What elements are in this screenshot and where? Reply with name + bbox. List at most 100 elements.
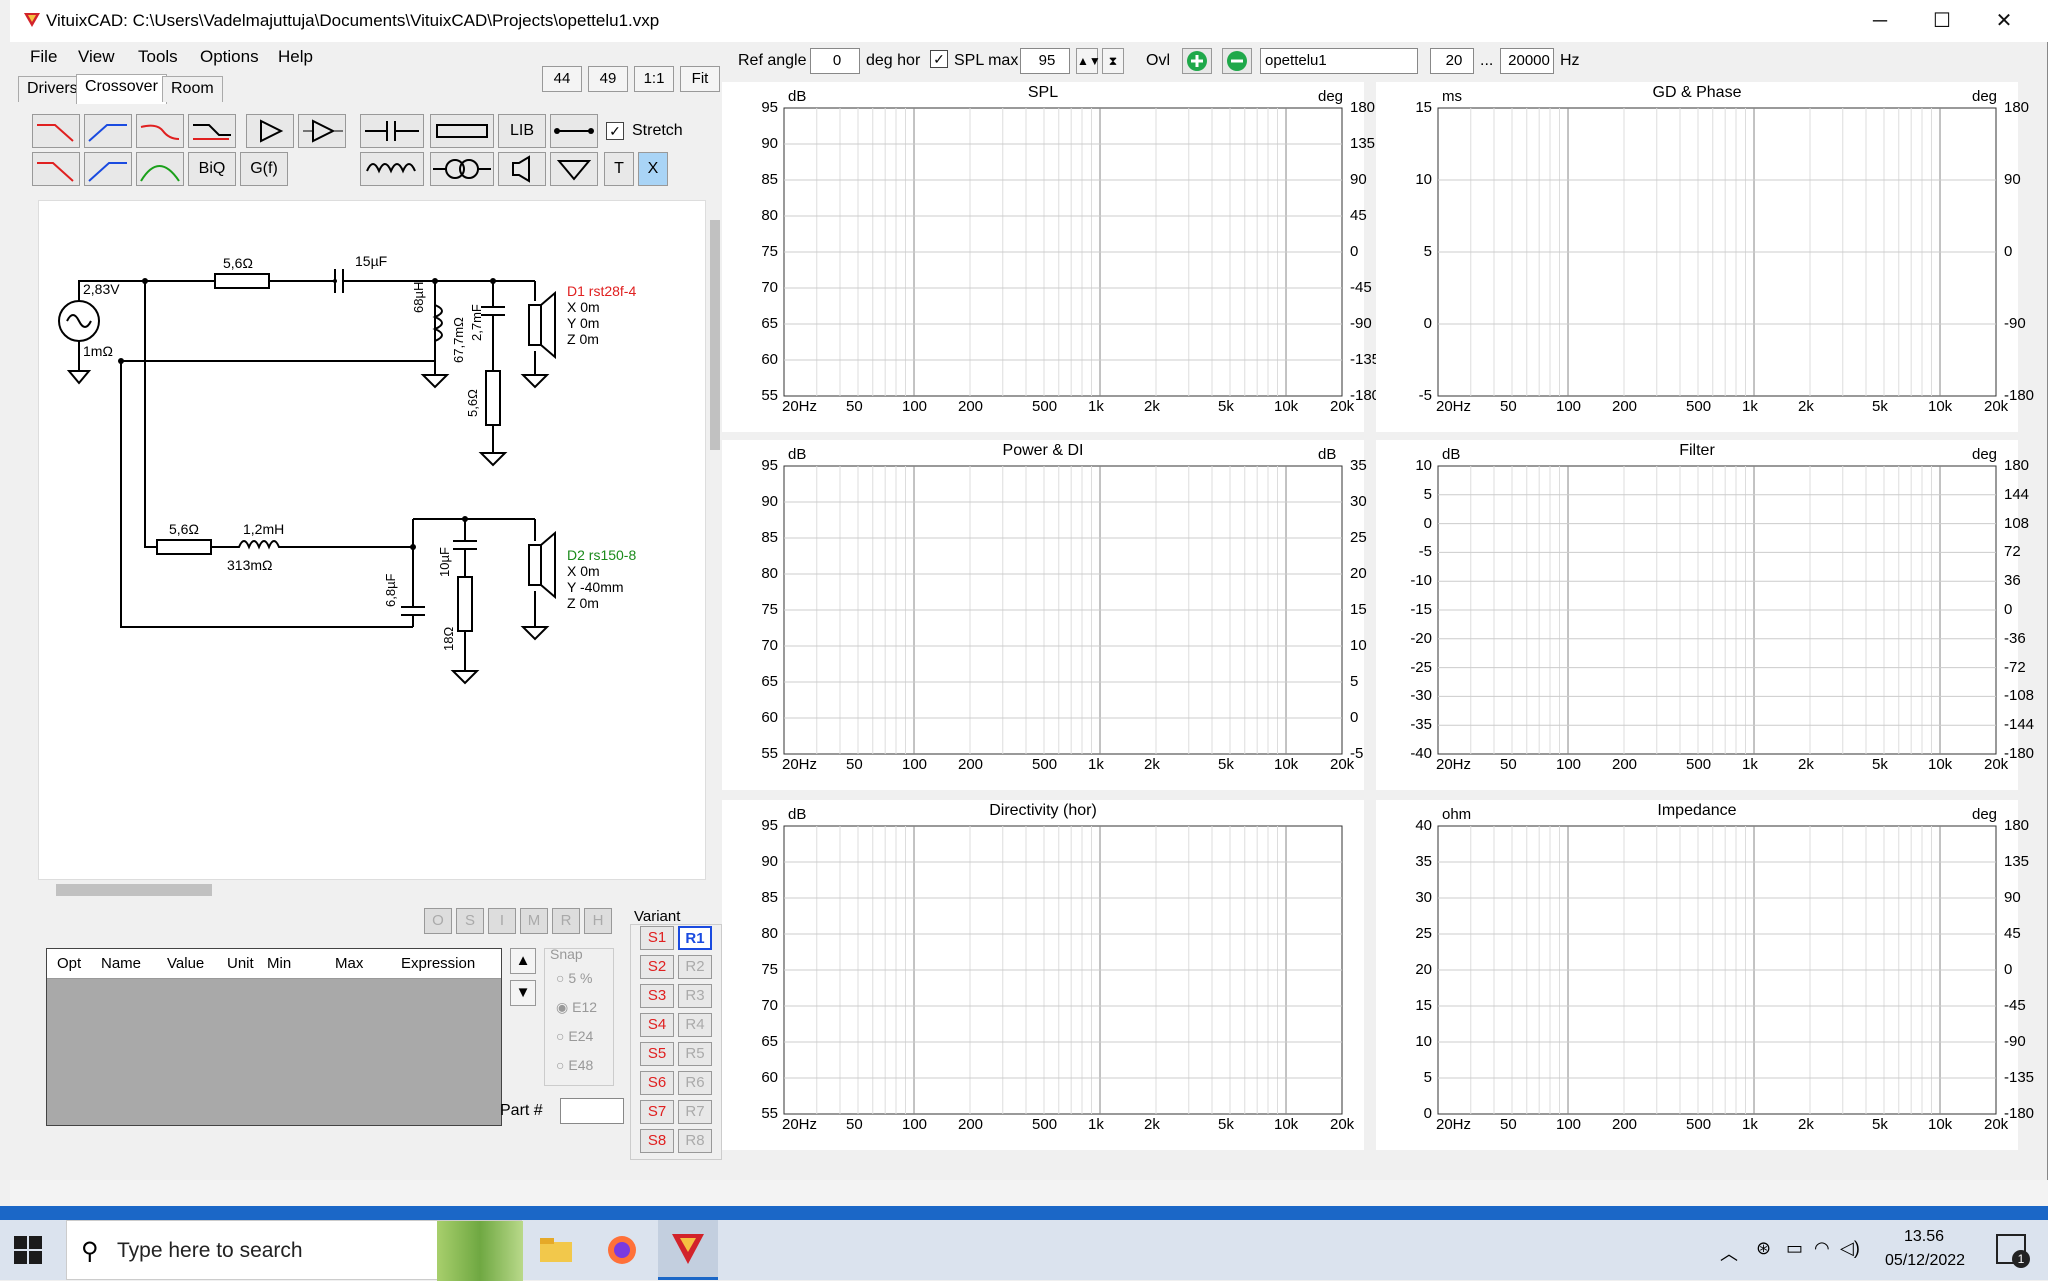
file-explorer-icon[interactable] (538, 1236, 574, 1264)
library-button[interactable]: LIB (498, 114, 546, 148)
d2-name[interactable]: D2 rs150-8 (567, 547, 636, 563)
r2-label[interactable]: 5,6Ω (465, 389, 480, 417)
variant-r6-button[interactable]: R6 (678, 1071, 712, 1095)
menu-tools[interactable]: Tools (138, 47, 178, 67)
transformer-icon[interactable] (430, 152, 494, 186)
opt-i-button[interactable]: I (488, 908, 516, 934)
speaker-icon[interactable] (498, 152, 546, 186)
variant-r5-button[interactable]: R5 (678, 1042, 712, 1066)
meet-now-icon[interactable]: ⊛ (1756, 1238, 1771, 1259)
transfer-function-button[interactable]: G(f) (240, 152, 288, 186)
text-button[interactable]: T (604, 152, 634, 186)
dir-graph-panel[interactable]: Directivity (hor) dB 95 90 85 80 75 70 65 60 55 20H… (722, 800, 1364, 1150)
highpass-blue-2-icon[interactable] (84, 152, 132, 186)
power-graph-panel[interactable]: Power & DI dB dB 95 90 85 80 75 70 65 60 55 35 30 25 20… (722, 440, 1367, 790)
move-down-icon[interactable]: ▼ (510, 980, 536, 1006)
c2-label[interactable]: 2,7mF (469, 304, 484, 341)
gd-graph-panel[interactable]: GD & Phase ms deg 15 10 5 0 -5 180 90 0 -90 -180 20Hz… (1376, 82, 2034, 432)
size-49-button[interactable]: 49 (588, 66, 628, 92)
col-expression[interactable]: Expression (401, 955, 475, 972)
spl-max-input[interactable]: 95 (1020, 48, 1070, 74)
spl-max-checkbox[interactable]: ✓ (930, 50, 948, 68)
ref-angle-input[interactable]: 0 (810, 48, 860, 74)
stretch-checkbox[interactable]: ✓ (606, 122, 624, 140)
freq-min-input[interactable]: 20 (1430, 48, 1474, 74)
menu-help[interactable]: Help (278, 47, 313, 67)
zoom-fit-button[interactable]: Fit (680, 66, 720, 92)
variant-r8-button[interactable]: R8 (678, 1129, 712, 1153)
size-44-button[interactable]: 44 (542, 66, 582, 92)
variant-r4-button[interactable]: R4 (678, 1013, 712, 1037)
volume-icon[interactable]: ◁) (1840, 1238, 1860, 1259)
variant-s3-button[interactable]: S3 (640, 984, 674, 1008)
clock-time[interactable]: 13.56 (1884, 1228, 1964, 1246)
variant-r7-button[interactable]: R7 (678, 1100, 712, 1124)
c3-label[interactable]: 6,8µF (383, 573, 398, 607)
col-max[interactable]: Max (335, 955, 363, 972)
imp-graph-panel[interactable]: Impedance ohm deg 40 35 30 25 20 15 10 5 0 180 135 90 4… (1376, 800, 2034, 1150)
snap-e48-radio[interactable]: ○ E48 (556, 1057, 593, 1073)
variant-s1-button[interactable]: S1 (640, 926, 674, 950)
maximize-icon[interactable]: ☐ (1912, 6, 1972, 36)
optimizer-table[interactable]: Opt Name Value Unit Min Max Expression (46, 948, 502, 1126)
lowpass-red-2-icon[interactable] (32, 152, 80, 186)
spl-auto-icon[interactable]: ⧗ (1102, 48, 1124, 74)
r1-label[interactable]: 5,6Ω (223, 255, 253, 271)
col-value[interactable]: Value (167, 955, 204, 972)
menu-view[interactable]: View (78, 47, 115, 67)
opt-r-button[interactable]: R (552, 908, 580, 934)
opt-o-button[interactable]: O (424, 908, 452, 934)
remove-overlay-icon[interactable] (1222, 48, 1252, 74)
firefox-icon[interactable] (606, 1234, 638, 1266)
variant-s5-button[interactable]: S5 (640, 1042, 674, 1066)
vituixcad-taskbar-icon[interactable] (658, 1220, 718, 1280)
opt-s-button[interactable]: S (456, 908, 484, 934)
col-min[interactable]: Min (267, 955, 291, 972)
bandpass-green-icon[interactable] (136, 152, 184, 186)
shelf-icon[interactable] (188, 114, 236, 148)
l2-label[interactable]: 1,2mH (243, 521, 284, 537)
wire-icon[interactable] (550, 114, 598, 148)
close-icon[interactable]: ✕ (1974, 6, 2034, 36)
c1-label[interactable]: 15µF (355, 253, 387, 269)
add-overlay-icon[interactable] (1182, 48, 1212, 74)
tray-chevron-icon[interactable]: ︿ (1720, 1240, 1738, 1266)
snap-5pct-radio[interactable]: ○ 5 % (556, 970, 592, 986)
minimize-icon[interactable]: ─ (1850, 6, 1910, 36)
menu-options[interactable]: Options (200, 47, 259, 67)
snap-e12-radio[interactable]: ◉ E12 (556, 999, 597, 1016)
variant-r1-button[interactable]: R1 (678, 926, 712, 950)
spl-up-down-icon[interactable]: ▲▼ (1076, 48, 1101, 74)
c4-label[interactable]: 10µF (437, 547, 452, 577)
d1-name[interactable]: D1 rst28f-4 (567, 283, 636, 299)
resistor-icon[interactable] (430, 114, 494, 148)
filter-graph-panel[interactable]: Filter dB deg 10 5 0 -5 -10 -15 -20 -25 -30 -35 -40 18… (1376, 440, 2034, 790)
variant-s4-button[interactable]: S4 (640, 1013, 674, 1037)
variant-r3-button[interactable]: R3 (678, 984, 712, 1008)
lowpass-red-icon[interactable] (32, 114, 80, 148)
delete-button[interactable]: X (638, 152, 668, 186)
tab-crossover[interactable]: Crossover (76, 74, 167, 104)
variant-s2-button[interactable]: S2 (640, 955, 674, 979)
snap-e24-radio[interactable]: ○ E24 (556, 1028, 593, 1044)
l1-label[interactable]: 68µH (411, 282, 426, 313)
col-opt[interactable]: Opt (57, 955, 81, 972)
col-unit[interactable]: Unit (227, 955, 254, 972)
taskbar-search-box[interactable]: ⚲ Type here to search (66, 1220, 523, 1281)
menu-file[interactable]: File (30, 47, 57, 67)
windows-start-icon[interactable] (14, 1236, 42, 1264)
part-number-input[interactable] (560, 1098, 624, 1124)
schematic-horizontal-scrollbar[interactable] (38, 880, 706, 900)
amplifier-icon[interactable] (298, 114, 346, 148)
capacitor-icon[interactable] (360, 114, 424, 148)
variant-s7-button[interactable]: S7 (640, 1100, 674, 1124)
ground-icon[interactable] (550, 152, 598, 186)
biquad-button[interactable]: BiQ (188, 152, 236, 186)
freq-max-input[interactable]: 20000 (1500, 48, 1554, 74)
wifi-icon[interactable]: ◠ (1814, 1238, 1830, 1259)
crossover-schematic[interactable]: 2,83V 1mΩ 5,6Ω 15µF 68µH 67,7mΩ 2,7mF 5,… (38, 200, 706, 880)
lowpass-smooth-red-icon[interactable] (136, 114, 184, 148)
variant-r2-button[interactable]: R2 (678, 955, 712, 979)
r4-label[interactable]: 18Ω (441, 627, 456, 651)
highpass-blue-icon[interactable] (84, 114, 132, 148)
